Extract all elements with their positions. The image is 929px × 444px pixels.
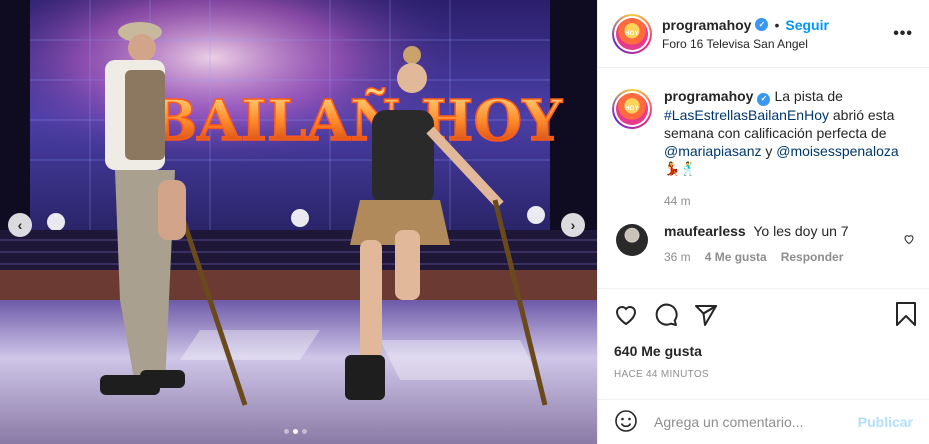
avatar-logo-text: HOY <box>625 106 639 112</box>
separator-dot: • <box>774 16 780 33</box>
likes-count[interactable]: 640 Me gusta <box>614 343 702 359</box>
carousel-prev-button[interactable]: ‹ <box>8 213 32 237</box>
emoji-smiley-icon[interactable] <box>614 409 638 436</box>
verified-badge-icon: ✓ <box>755 18 769 31</box>
caption-avatar[interactable]: HOY <box>612 89 652 129</box>
account-username[interactable]: programahoy <box>662 17 751 33</box>
comment-time[interactable]: 36 m <box>664 250 691 264</box>
caption-text: y <box>761 142 777 159</box>
instagram-post-modal: BAILAÑ HOY ‹ › HOY programahoy ✓ • Segui… <box>0 0 929 444</box>
carousel-dot <box>284 429 289 434</box>
post-photo: BAILAÑ HOY <box>0 0 597 444</box>
comment-author[interactable]: maufearless <box>664 223 746 239</box>
post-media[interactable]: BAILAÑ HOY ‹ › <box>0 0 597 444</box>
carousel-next-button[interactable]: › <box>561 213 585 237</box>
post-timestamp[interactable]: HACE 44 MINUTOS <box>614 369 709 380</box>
post-header: HOY programahoy ✓ • Seguir Foro 16 Telev… <box>598 0 929 68</box>
comment-bubble-icon[interactable] <box>654 303 678 327</box>
hashtag-link[interactable]: #LasEstrellasBailanEnHoy <box>664 107 829 123</box>
avatar-logo-text: HOY <box>625 30 639 37</box>
share-plane-icon[interactable] <box>694 303 718 327</box>
verified-badge-icon: ✓ <box>757 92 771 106</box>
comment-likes[interactable]: 4 Me gusta <box>705 250 767 264</box>
publish-button[interactable]: Publicar <box>858 414 913 430</box>
mention-link[interactable]: @mariapiasanz <box>664 143 761 159</box>
follow-button[interactable]: Seguir <box>785 17 829 33</box>
caption-author[interactable]: programahoy <box>664 88 753 104</box>
stage-sign-text: BAILAÑ HOY <box>150 88 563 154</box>
account-avatar[interactable]: HOY <box>612 13 652 54</box>
caption-emojis: 💃🕺 <box>664 160 697 176</box>
more-options-icon[interactable]: ••• <box>893 25 913 43</box>
caption-time[interactable]: 44 m <box>664 192 904 210</box>
like-heart-icon[interactable] <box>614 303 638 327</box>
post-side-panel: HOY programahoy ✓ • Seguir Foro 16 Telev… <box>597 0 929 444</box>
comment-composer: Agrega un comentario... Publicar <box>598 399 929 444</box>
caption: HOY programahoy ✓ La pista de #LasEstrella… <box>612 69 915 210</box>
post-actions-bar <box>598 288 929 340</box>
reply-button[interactable]: Responder <box>781 250 844 264</box>
comment-text: Yo les doy un 7 <box>753 222 849 239</box>
comment-input[interactable]: Agrega un comentario... <box>654 414 858 430</box>
comment-item: maufearless Yo les doy un 7 36 m 4 Me gus… <box>612 210 915 266</box>
commenter-avatar[interactable] <box>616 223 648 256</box>
comment-like-heart-icon[interactable] <box>903 232 915 248</box>
comments-section: HOY programahoy ✓ La pista de #LasEstrella… <box>598 69 929 287</box>
carousel-dot-active <box>293 429 298 434</box>
caption-text: La pista de <box>774 88 843 104</box>
carousel-dot <box>302 429 307 434</box>
carousel-indicator <box>284 429 307 434</box>
mention-link[interactable]: @moisesspenaloza <box>776 143 898 159</box>
post-location[interactable]: Foro 16 Televisa San Angel <box>662 37 829 51</box>
bookmark-icon[interactable] <box>895 301 917 330</box>
